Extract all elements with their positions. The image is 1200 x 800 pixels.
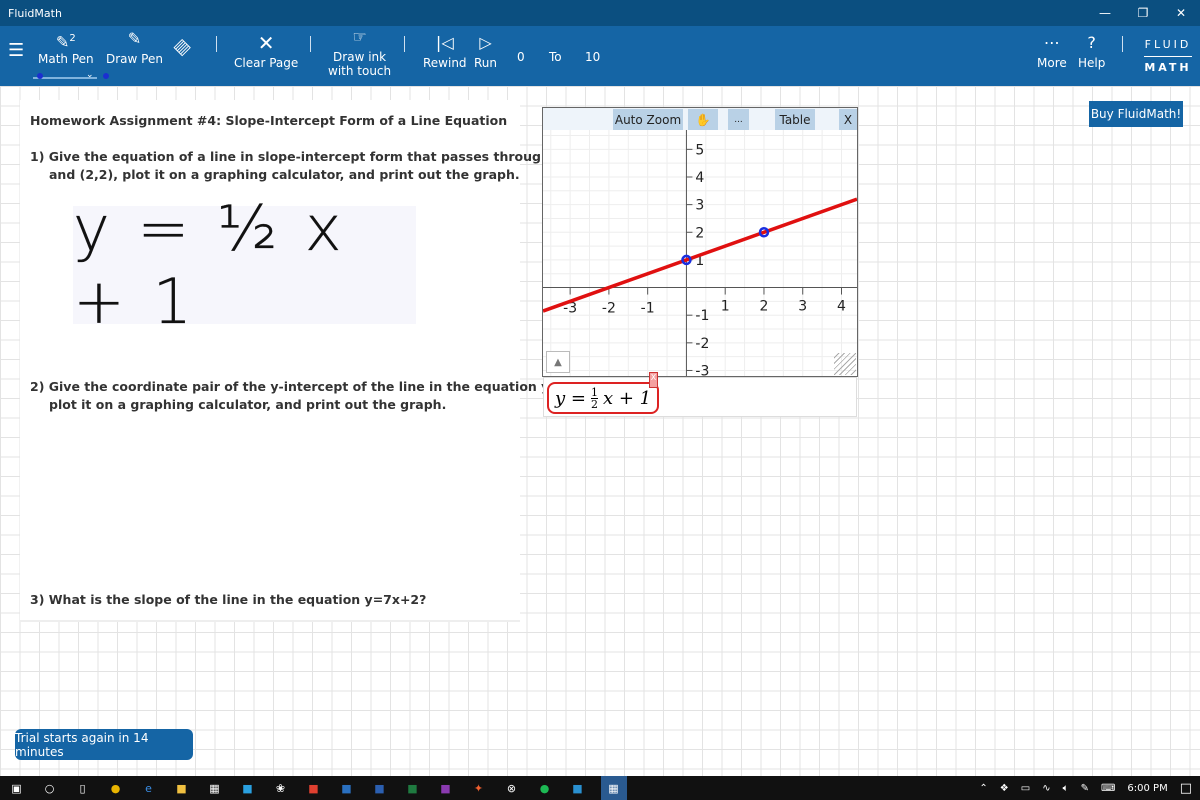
close-button[interactable]: ✕ [1162,0,1200,26]
y-tick-label: -1 [695,308,709,324]
task-view-icon[interactable]: ▯ [73,781,93,795]
help-button[interactable]: ? Help [1078,33,1105,71]
y-tick-label: 3 [695,198,704,214]
x-tick-label: 4 [837,299,846,315]
handwriting-text: y = ½ x + 1 [73,192,346,338]
chevron-up-icon[interactable]: ⌃ [979,783,987,794]
pen-color-dot[interactable] [37,73,43,79]
spotify-icon[interactable]: ● [535,781,555,795]
draw-ink-touch-button[interactable]: ☞ Draw ink with touch [328,27,391,79]
x-tick-label: 3 [798,299,807,315]
page-title: Homework Assignment #4: Slope-Intercept … [30,113,508,128]
outlook-icon[interactable]: ■ [337,781,357,795]
to-label: To [549,50,562,64]
x-tick-label: -2 [602,301,616,317]
app-icon[interactable]: ❀ [271,781,291,795]
question-2: 2) Give the coordinate pair of the y-int… [30,379,596,412]
y-tick-label: -2 [695,336,709,352]
graph-plot[interactable]: -3 -2 -1 1 2 3 454321-1-2-3 [543,130,857,376]
figma-icon[interactable]: ✦ [469,781,489,795]
pen-icon[interactable]: ✎ [1081,783,1089,794]
table-button[interactable]: Table [775,109,815,130]
minimize-button[interactable]: — [1086,0,1124,26]
pan-hand-icon[interactable]: ✋ [688,109,718,130]
x-icon: ✕ [257,31,275,55]
draw-pen-button[interactable]: ✎ Draw Pen [106,29,163,67]
question-icon: ? [1087,33,1096,52]
app-title: FluidMath [8,6,62,20]
volume-icon[interactable]: 🔈︎ [1063,783,1069,794]
title-bar: FluidMath — ❐ ✕ [0,0,1200,26]
toolbar: ☰ ✎2 Math Pen ⌄ ✎ Draw Pen ▤ ✕ Clear Pag… [0,26,1200,86]
windows-start-icon[interactable]: ▣ [7,781,27,795]
more-dots-icon: ⋯ [1043,33,1060,52]
chevron-down-icon[interactable]: ⌄ [86,70,94,80]
system-tray: ⌃ ❖ ▭ ∿ 🔈︎ ✎ ⌨ 6:00 PM □ [979,776,1192,800]
fluidmath-taskbar-icon[interactable]: ▦ [600,776,627,800]
store-icon[interactable]: ▦ [205,781,225,795]
battery-icon[interactable]: ▭ [1021,783,1030,794]
x-tick-label: 2 [760,299,769,315]
more-button[interactable]: ⋯ More [1037,33,1067,71]
skype-icon[interactable]: ■ [238,781,258,795]
graph-close-button[interactable]: X [839,109,857,130]
wifi-icon[interactable]: ∿ [1042,783,1050,794]
question-1: 1) Give the equation of a line in slope-… [30,149,588,182]
series-line [543,197,857,313]
rewind-icon: |◁ [435,33,454,52]
restore-button[interactable]: ❐ [1124,0,1162,26]
run-to-value[interactable]: 10 [585,50,600,64]
expand-up-button[interactable]: ▲ [546,351,570,373]
handwritten-equation[interactable]: y = ½ x + 1 [73,192,416,338]
graph-toolbar: Auto Zoom ✋ ... Table X [543,108,857,130]
rewind-button[interactable]: |◁ Rewind [423,33,467,71]
play-icon: ▷ [479,33,492,52]
auto-zoom-button[interactable]: Auto Zoom [613,109,683,130]
buy-fluidmath-button[interactable]: Buy FluidMath! [1089,101,1183,127]
y-tick-label: 5 [695,142,704,158]
cortana-icon[interactable]: ○ [40,781,60,795]
math-pen-button[interactable]: ✎2 Math Pen [38,32,94,66]
equation-panel: y = 12 x + 1 X [543,372,857,417]
chrome-icon[interactable]: ● [106,781,126,795]
keyboard-icon[interactable]: ⌨ [1101,783,1115,794]
x-tick-label: -1 [641,301,655,317]
pencil-icon: ✎ [127,29,142,48]
dropbox-icon[interactable]: ❖ [1000,783,1009,794]
hamburger-menu-icon[interactable]: ☰ [8,42,24,60]
xbox-icon[interactable]: ⊗ [502,781,522,795]
graph-panel[interactable]: Auto Zoom ✋ ... Table X -3 -2 -1 1 2 3 4 5 4 3 2 1-… [542,107,858,377]
x-tick-label: 1 [721,299,730,315]
file-explorer-icon[interactable]: ■ [172,781,192,795]
resize-handle[interactable] [834,353,856,375]
graph-more-button[interactable]: ... [728,109,749,130]
draw-pen-color-dot[interactable] [103,73,109,79]
notifications-icon[interactable]: □ [1180,781,1192,796]
touch-hand-icon: ☞ [352,27,367,46]
trial-banner[interactable]: Trial starts again in 14 minutes [15,729,193,760]
clock[interactable]: 6:00 PM [1127,783,1167,794]
y-tick-label: -3 [695,363,709,376]
excel-icon[interactable]: ■ [403,781,423,795]
edge-icon[interactable]: e [139,781,159,795]
equation-delete-button[interactable]: X [649,372,658,388]
run-button[interactable]: ▷ Run [474,33,497,71]
equation-expression[interactable]: y = 12 x + 1 [547,382,660,414]
question-3: 3) What is the slope of the line in the … [30,592,427,607]
fluidmath-logo: FLUID MATH [1144,38,1192,74]
taskbar: ▣ ○ ▯ ● e ■ ▦ ■ ❀ ■ ■ ■ ■ ■ ✦ ⊗ ● ■ ▦ ⌃ … [0,776,1200,800]
ruler-icon[interactable]: ▤ [169,35,193,59]
y-tick-label: 4 [695,170,704,186]
app-blue-icon[interactable]: ■ [568,781,588,795]
app-red-icon[interactable]: ■ [304,781,324,795]
word-icon[interactable]: ■ [370,781,390,795]
run-from-value[interactable]: 0 [517,50,525,64]
y-tick-label: 2 [695,225,704,241]
pencil-icon: ✎2 [55,32,76,52]
onenote-icon[interactable]: ■ [436,781,456,795]
clear-page-button[interactable]: ✕ Clear Page [234,31,298,70]
